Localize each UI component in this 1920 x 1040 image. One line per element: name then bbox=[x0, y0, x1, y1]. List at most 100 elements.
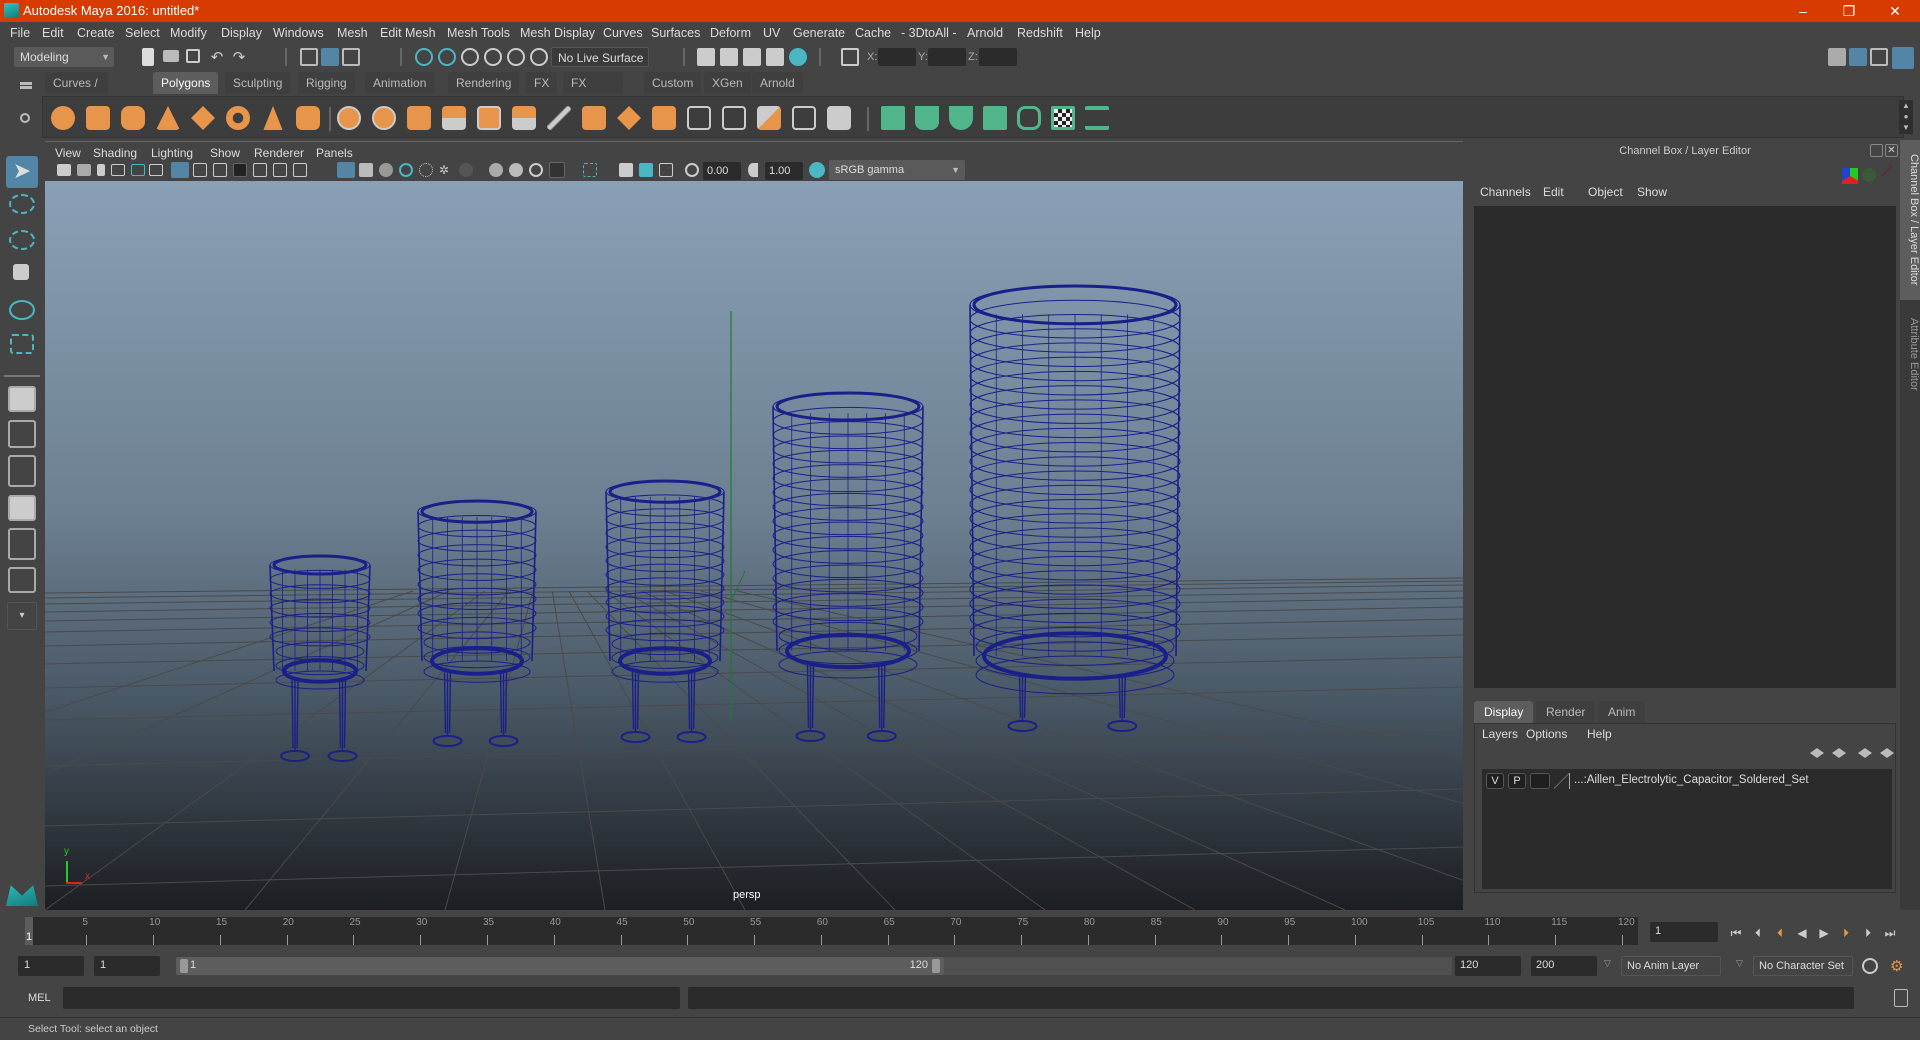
grease-pencil-icon[interactable] bbox=[149, 164, 163, 176]
shelf-tab-fx-caching[interactable]: FX Caching bbox=[563, 72, 624, 112]
layer-tab-render[interactable]: Render bbox=[1536, 701, 1596, 723]
range-end-handle[interactable] bbox=[932, 959, 940, 973]
animation-end-field[interactable]: 200 bbox=[1531, 956, 1597, 976]
menu-edit[interactable]: Edit bbox=[42, 26, 64, 40]
menu-edit-mesh[interactable]: Edit Mesh bbox=[380, 26, 436, 40]
viewport-persp[interactable]: y x persp bbox=[45, 181, 1463, 910]
xray-active-icon[interactable] bbox=[619, 163, 633, 177]
workspace-dropdown[interactable]: Modeling ▼ bbox=[14, 47, 114, 67]
gamma-icon[interactable] bbox=[748, 163, 758, 177]
target-weld-icon[interactable] bbox=[722, 106, 746, 130]
new-scene-icon[interactable] bbox=[142, 48, 154, 66]
screen-space-ao-icon[interactable] bbox=[489, 163, 503, 177]
menu-curves[interactable]: Curves bbox=[603, 26, 643, 40]
poly-torus-icon[interactable] bbox=[226, 106, 250, 130]
field-chart-icon[interactable] bbox=[253, 163, 267, 177]
shelf-tab-fx[interactable]: FX bbox=[526, 72, 558, 94]
scale-tool-icon[interactable] bbox=[10, 334, 34, 354]
poly-cone-icon[interactable] bbox=[156, 106, 180, 130]
shelf-tab-curves-surfaces[interactable]: Curves / Surfaces bbox=[45, 72, 109, 112]
snap-point-icon[interactable] bbox=[461, 48, 479, 66]
poly-plane-icon[interactable] bbox=[191, 106, 215, 130]
go-to-end-icon[interactable]: ⏭ bbox=[1882, 926, 1898, 940]
layer-playback-toggle[interactable]: P bbox=[1508, 773, 1526, 789]
live-surface-field[interactable]: No Live Surface bbox=[551, 47, 649, 67]
single-perspective-layout-icon[interactable] bbox=[8, 386, 36, 412]
menu-select[interactable]: Select bbox=[125, 26, 160, 40]
menu-file[interactable]: File bbox=[10, 26, 30, 40]
panel-menu-lighting[interactable]: Lighting bbox=[151, 146, 193, 160]
panel-menu-view[interactable]: View bbox=[55, 146, 81, 160]
motion-blur-icon[interactable] bbox=[509, 163, 523, 177]
save-scene-icon[interactable] bbox=[186, 49, 200, 63]
separate-icon[interactable] bbox=[372, 106, 396, 130]
menu-3dtoall[interactable]: - 3DtoAll - bbox=[901, 26, 957, 40]
menu-generate[interactable]: Generate bbox=[793, 26, 845, 40]
render-settings-icon[interactable] bbox=[766, 48, 784, 66]
command-input[interactable] bbox=[63, 987, 680, 1009]
menu-surfaces[interactable]: Surfaces bbox=[651, 26, 700, 40]
side-tab-channel-box[interactable]: Channel Box / Layer Editor bbox=[1900, 140, 1920, 300]
menu-modify[interactable]: Modify bbox=[170, 26, 207, 40]
film-gate-icon[interactable] bbox=[193, 163, 207, 177]
move-tool-icon[interactable] bbox=[13, 264, 29, 280]
channel-box-toggle-icon[interactable] bbox=[1892, 47, 1914, 69]
poly-sphere-icon[interactable] bbox=[51, 106, 75, 130]
current-frame-field[interactable]: 1 bbox=[1650, 922, 1718, 942]
panel-menu-show[interactable]: Show bbox=[210, 146, 240, 160]
script-editor-icon[interactable] bbox=[1894, 989, 1908, 1007]
persp-graph-outliner-layout-icon[interactable] bbox=[8, 567, 36, 593]
merge-icon[interactable] bbox=[757, 106, 781, 130]
spherical-uv-icon[interactable] bbox=[949, 106, 973, 130]
xray-joints-icon[interactable] bbox=[419, 163, 433, 177]
menu-uv[interactable]: UV bbox=[763, 26, 780, 40]
shelf-scroll[interactable]: ▲ ● ▼ bbox=[1899, 100, 1913, 134]
quadrangulate-icon[interactable] bbox=[792, 106, 816, 130]
color-space-dropdown[interactable]: sRGB gamma ▼ bbox=[829, 160, 965, 180]
layer-options-menu[interactable]: Options bbox=[1526, 727, 1567, 741]
boolean-icon[interactable] bbox=[827, 106, 851, 130]
hypershade-icon[interactable] bbox=[789, 48, 807, 66]
menu-help[interactable]: Help bbox=[1075, 26, 1101, 40]
poly-cylinder-icon[interactable] bbox=[121, 106, 145, 130]
shelf-tab-animation[interactable]: Animation bbox=[365, 72, 435, 94]
layer-visibility-toggle[interactable]: V bbox=[1486, 773, 1504, 789]
snap-view-plane-icon[interactable] bbox=[484, 48, 502, 66]
xray-icon[interactable] bbox=[399, 163, 413, 177]
fill-hole-icon[interactable] bbox=[652, 106, 676, 130]
isolate-select-icon[interactable] bbox=[583, 163, 597, 177]
wireframe-shading-icon[interactable] bbox=[337, 162, 355, 178]
persp-graph-layout-icon[interactable] bbox=[8, 495, 36, 521]
undo-icon[interactable]: ↶ bbox=[208, 48, 226, 66]
layer-color-swatch-icon[interactable] bbox=[1554, 773, 1570, 789]
channels-menu[interactable]: Channels bbox=[1480, 185, 1531, 199]
menu-mesh[interactable]: Mesh bbox=[337, 26, 368, 40]
layers-menu[interactable]: Layers bbox=[1482, 727, 1518, 741]
panel-menu-panels[interactable]: Panels bbox=[316, 146, 353, 160]
render-view-icon[interactable] bbox=[697, 48, 715, 66]
safe-action-icon[interactable] bbox=[273, 163, 287, 177]
float-panel-icon[interactable] bbox=[1870, 144, 1883, 157]
snap-curve-icon[interactable] bbox=[438, 48, 456, 66]
exposure-icon[interactable] bbox=[685, 163, 699, 177]
lasso-tool-icon[interactable] bbox=[9, 194, 35, 214]
layout-options-icon[interactable]: ▾ bbox=[7, 602, 37, 630]
automatic-uv-icon[interactable] bbox=[983, 106, 1007, 130]
command-language-label[interactable]: MEL bbox=[28, 992, 51, 1004]
step-back-frame-icon[interactable]: ⏴ bbox=[1750, 926, 1766, 940]
multicut-icon[interactable] bbox=[687, 106, 711, 130]
go-to-start-icon[interactable]: ⏮ bbox=[1728, 926, 1744, 940]
use-lights-icon[interactable]: ✲ bbox=[439, 163, 453, 177]
channel-sync-icon[interactable] bbox=[1862, 168, 1876, 182]
minimize-button[interactable]: – bbox=[1780, 0, 1826, 22]
combine-icon[interactable] bbox=[337, 106, 361, 130]
shelf-tab-rendering[interactable]: Rendering bbox=[448, 72, 520, 94]
resolution-gate-icon[interactable] bbox=[213, 163, 227, 177]
step-forward-frame-icon[interactable]: ⏵ bbox=[1860, 926, 1876, 940]
mirror-icon[interactable] bbox=[407, 106, 431, 130]
rotate-tool-icon[interactable] bbox=[9, 300, 35, 320]
poly-cube-icon[interactable] bbox=[86, 106, 110, 130]
anim-layer-dropdown[interactable]: No Anim Layer bbox=[1621, 956, 1721, 976]
shelf-menu-icon[interactable] bbox=[20, 82, 32, 85]
open-scene-icon[interactable] bbox=[163, 50, 179, 62]
